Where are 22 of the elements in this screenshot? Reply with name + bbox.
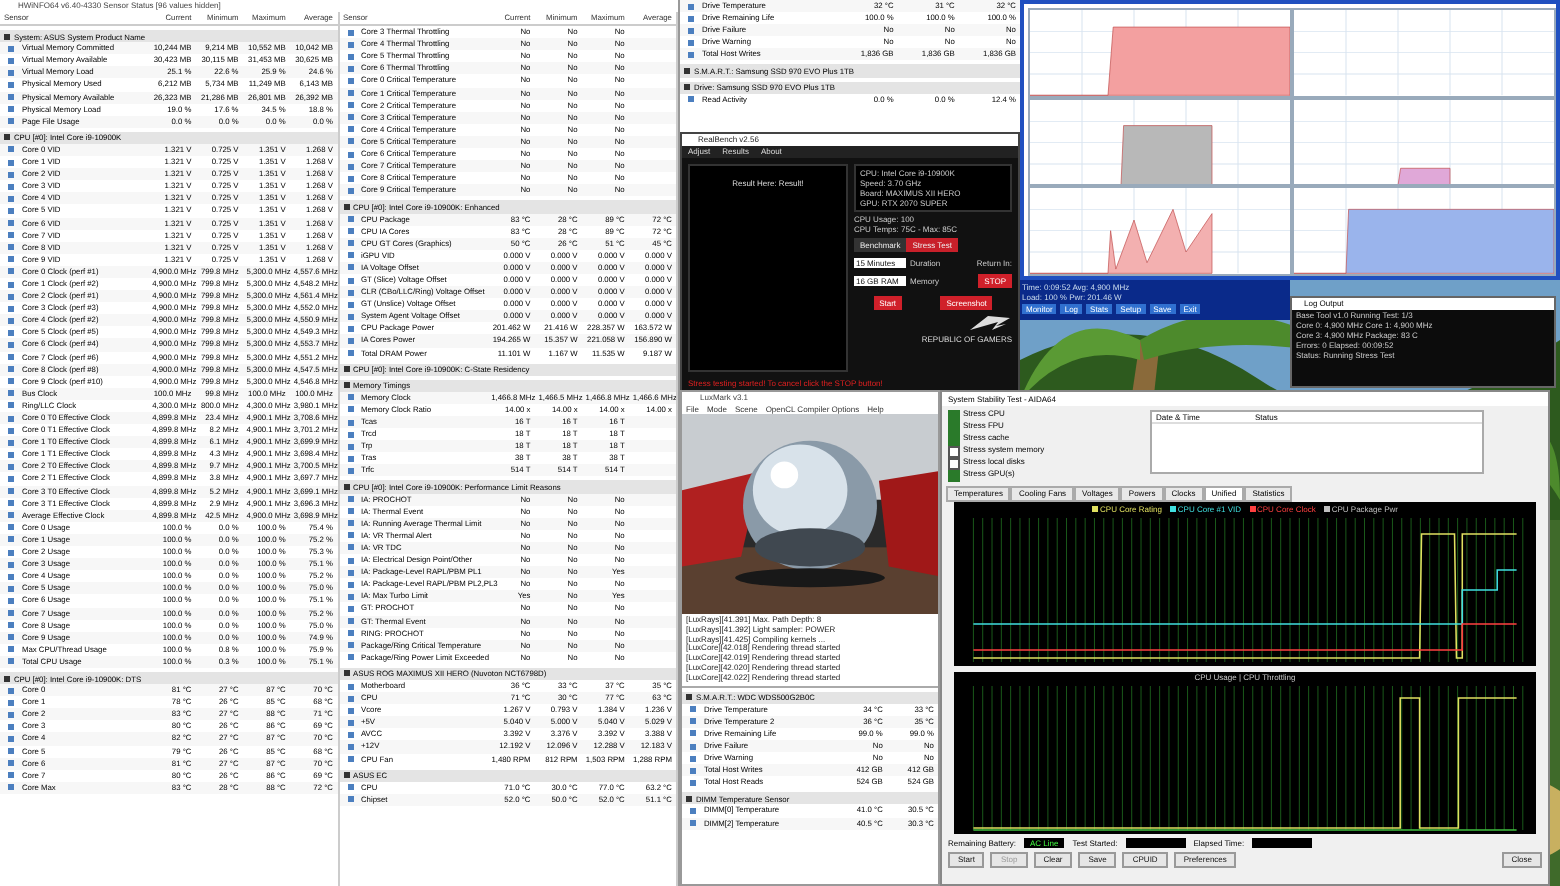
chip-icon <box>343 203 349 210</box>
value-field <box>1252 837 1313 847</box>
chip-icon <box>343 772 349 779</box>
sensor-icon <box>688 96 694 103</box>
checkbox[interactable] <box>948 446 959 457</box>
checkbox[interactable] <box>948 434 959 445</box>
chip-icon <box>686 694 692 701</box>
chip-icon <box>4 33 10 40</box>
chip-icon <box>4 134 10 141</box>
chip-icon <box>343 484 349 491</box>
chip-icon <box>343 670 349 677</box>
chip-icon <box>4 675 10 682</box>
chip-icon <box>686 795 692 802</box>
chip-icon <box>684 84 690 91</box>
checkbox[interactable] <box>948 410 959 421</box>
chip-icon <box>343 382 349 389</box>
checkbox[interactable] <box>948 470 959 481</box>
eye-logo-icon <box>968 314 1012 332</box>
value-field <box>1125 837 1186 847</box>
chip-icon <box>684 68 690 75</box>
checkbox[interactable] <box>948 458 959 469</box>
chip-icon <box>343 366 349 373</box>
